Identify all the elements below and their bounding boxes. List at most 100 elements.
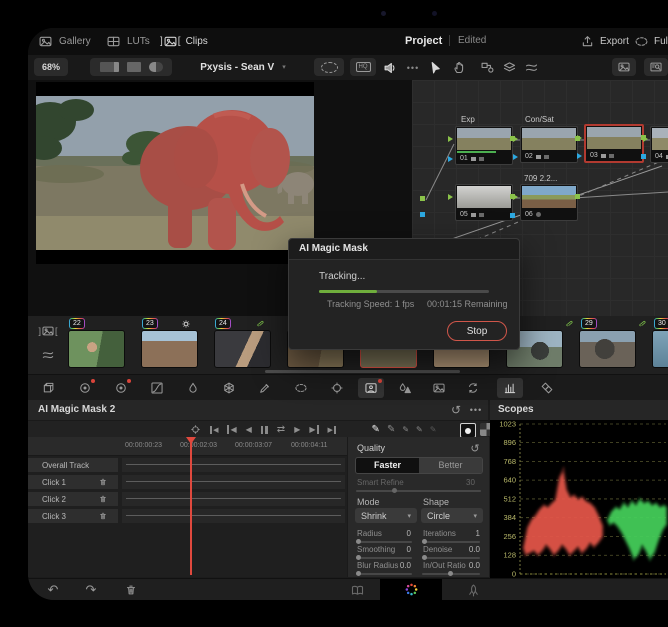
dialog-title-bar[interactable]: AI Magic Mask xyxy=(289,239,519,260)
clip-gear-icon[interactable] xyxy=(180,318,191,329)
pen-disabled-tool[interactable]: ✎ xyxy=(430,425,437,434)
hdr-wheels-button[interactable] xyxy=(108,378,134,398)
clip-thumbnail-22[interactable] xyxy=(68,330,125,368)
bypass-button[interactable] xyxy=(314,58,344,76)
shape-dropdown[interactable]: Circle ▾ xyxy=(421,508,483,523)
skip-end-button[interactable]: ▶ xyxy=(309,425,319,434)
mask-overlay-toggle[interactable] xyxy=(460,423,476,438)
graph-input-rgb[interactable] xyxy=(420,196,425,201)
viewer-more-button[interactable]: ••• xyxy=(404,59,422,76)
blur-button[interactable] xyxy=(392,378,418,398)
tracker-button[interactable] xyxy=(324,378,350,398)
redo-button[interactable]: ↷ xyxy=(82,581,100,599)
track-row-click2[interactable]: Click 2 xyxy=(28,492,118,506)
step-back-button[interactable]: ◀ xyxy=(246,425,252,434)
node-06[interactable]: 06 xyxy=(513,184,580,221)
track-row-click1[interactable]: Click 1 xyxy=(28,475,118,489)
inout-ratio-slider[interactable] xyxy=(422,571,480,576)
panel-reset-button[interactable]: ↺ xyxy=(448,402,464,418)
trash-icon[interactable] xyxy=(98,511,108,521)
node-layers-button[interactable] xyxy=(500,59,518,76)
node-02[interactable]: 02 xyxy=(513,126,580,163)
camera-raw-button[interactable] xyxy=(36,378,62,398)
video-viewport[interactable] xyxy=(36,82,314,264)
clip-thumbnail-24[interactable] xyxy=(214,330,271,368)
pen-remove-tool[interactable]: ✎ xyxy=(387,424,395,435)
quality-reset-button[interactable]: ↺ xyxy=(468,441,482,455)
scopes-button[interactable] xyxy=(497,378,523,398)
clips-view-button[interactable]: ] [ xyxy=(34,322,62,340)
pan-tool[interactable] xyxy=(450,59,468,76)
blur-radius-slider[interactable] xyxy=(356,571,412,576)
refine-web-button[interactable] xyxy=(216,378,242,398)
pen-add-tool[interactable]: ✎ xyxy=(372,424,380,435)
track-row-overall[interactable]: Overall Track xyxy=(28,458,118,472)
power-window-button[interactable] xyxy=(288,378,314,398)
lightbox-button[interactable] xyxy=(612,58,636,76)
deliver-page-tab[interactable] xyxy=(458,581,488,599)
node-05[interactable]: 05 xyxy=(448,184,515,221)
undo-button[interactable]: ↶ xyxy=(44,581,62,599)
track-row-click3[interactable]: Click 3 xyxy=(28,509,118,523)
cursor-tool[interactable] xyxy=(426,59,444,76)
color-wheels-button[interactable] xyxy=(72,378,98,398)
stop-button[interactable]: Stop xyxy=(447,321,507,341)
track-bidirectional-button[interactable]: ⇄ xyxy=(277,424,285,435)
hq-button[interactable]: HQ xyxy=(350,58,376,76)
pen-remove-small-tool[interactable]: ✎ xyxy=(416,425,423,434)
mode-dropdown[interactable]: Shrink ▾ xyxy=(355,508,417,523)
graph-input-alpha[interactable] xyxy=(420,212,425,217)
delete-button[interactable] xyxy=(122,581,140,599)
clips-button[interactable]: ] [ Clips xyxy=(156,31,212,52)
picker-button[interactable] xyxy=(252,378,278,398)
iterations-slider[interactable] xyxy=(422,539,480,544)
clip-thumbnail-23[interactable] xyxy=(141,330,198,368)
scopes-header[interactable]: Scopes xyxy=(490,400,668,420)
wipe-grid-icon[interactable] xyxy=(126,62,141,72)
track-to-end-button[interactable]: ▶ xyxy=(328,425,336,434)
color-page-tab[interactable] xyxy=(380,579,442,600)
trash-icon[interactable] xyxy=(98,494,108,504)
node-01[interactable]: 01 xyxy=(448,126,515,165)
curves-button[interactable] xyxy=(144,378,170,398)
pen-add-small-tool[interactable]: ✎ xyxy=(402,425,409,434)
clip-thumbnail-29[interactable] xyxy=(579,330,636,368)
fullscreen-button[interactable]: Full Screen xyxy=(634,31,668,52)
qualifier-button[interactable] xyxy=(180,378,206,398)
node-03-selected[interactable]: 03 xyxy=(577,124,646,163)
keyframes-button[interactable] xyxy=(534,378,560,398)
clip-flag-icon[interactable] xyxy=(563,318,574,329)
timeline-view-button[interactable] xyxy=(36,346,60,364)
luts-button[interactable]: LUTs xyxy=(102,31,154,52)
zoom-level-button[interactable]: 68% xyxy=(34,58,68,76)
node-mixer-button[interactable] xyxy=(522,59,540,76)
wipe-ab-icon[interactable] xyxy=(148,62,163,72)
smoothing-slider[interactable] xyxy=(356,555,412,560)
node-add-button[interactable] xyxy=(478,59,496,76)
stabilize-button[interactable] xyxy=(460,378,486,398)
audio-button[interactable] xyxy=(380,59,400,76)
smart-refine-slider[interactable] xyxy=(356,488,481,493)
clip-title-dropdown[interactable]: Pxysis - Sean V ▾ xyxy=(178,58,308,76)
quality-better-option[interactable]: Better xyxy=(419,458,482,473)
cut-page-tab[interactable] xyxy=(342,581,372,599)
quality-faster-option[interactable]: Faster xyxy=(356,458,419,473)
trash-icon[interactable] xyxy=(98,477,108,487)
clip-thumbnail-30[interactable] xyxy=(652,330,668,368)
wipe-single-icon[interactable] xyxy=(99,62,119,72)
skip-start-button[interactable]: ◀ xyxy=(227,425,237,434)
denoise-slider[interactable] xyxy=(422,555,480,560)
pause-button[interactable] xyxy=(260,425,268,434)
track-to-start-button[interactable]: ◀ xyxy=(210,425,218,434)
clip-flag-icon[interactable] xyxy=(636,318,647,329)
magic-mask-button[interactable] xyxy=(358,378,384,398)
clip-info-button[interactable] xyxy=(644,58,668,76)
timeline-playhead[interactable] xyxy=(190,437,192,575)
timeline-playhead-handle[interactable] xyxy=(186,437,196,444)
sizing-button[interactable] xyxy=(426,378,452,398)
node-04[interactable]: 04 xyxy=(643,126,668,163)
play-forward-button[interactable]: ▶ xyxy=(294,425,300,434)
gallery-button[interactable]: Gallery xyxy=(34,31,95,52)
track-point-icon[interactable] xyxy=(190,424,201,435)
panel-more-button[interactable]: ••• xyxy=(468,402,484,418)
